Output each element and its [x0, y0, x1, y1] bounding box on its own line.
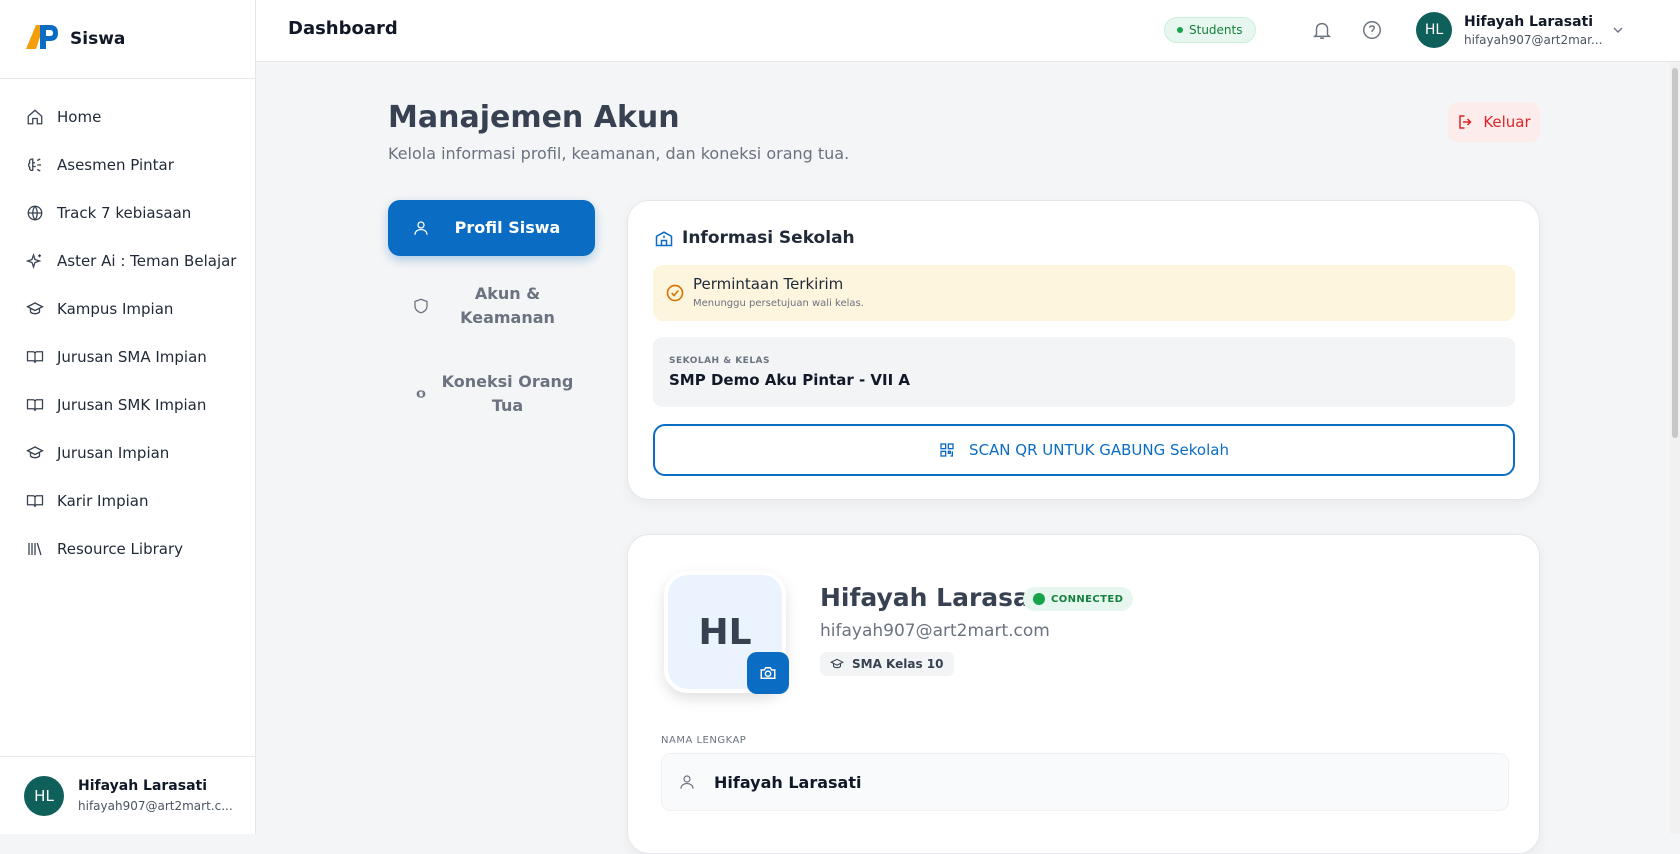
graduation-cap-icon [830, 658, 844, 669]
sidebar-user-email: hifayah907@art2mart.c... [78, 799, 233, 813]
sidebar-user-name: Hifayah Larasati [78, 778, 208, 794]
user-icon [680, 775, 694, 789]
scrollbar-thumb[interactable] [1672, 68, 1678, 438]
graduation-cap-icon [26, 446, 44, 459]
globe-icon [27, 205, 43, 221]
sidebar-item-label: Jurusan SMA Impian [57, 348, 207, 366]
graduation-cap-icon [26, 302, 44, 315]
shield-icon [414, 298, 428, 314]
sidebar-user-card[interactable]: HL Hifayah Larasati hifayah907@art2mart.… [0, 756, 255, 834]
request-status-alert: Permintaan Terkirim Menunggu persetujuan… [653, 265, 1515, 321]
section-title: Informasi Sekolah [654, 228, 855, 248]
user-menu[interactable]: HL Hifayah Larasati hifayah907@art2mar..… [1416, 12, 1602, 48]
qr-code-icon [940, 443, 954, 457]
profile-email: hifayah907@art2mart.com [820, 621, 1050, 641]
school-icon [655, 231, 673, 247]
sidebar-item-aster-ai[interactable]: Aster Ai : Teman Belajar [0, 237, 255, 285]
sidebar-item-asesmen-pintar[interactable]: Asesmen Pintar [0, 141, 255, 189]
check-circle-icon [666, 284, 684, 302]
change-photo-button[interactable] [747, 652, 789, 694]
bell-icon[interactable] [1311, 19, 1333, 41]
tab-label: Koneksi Orang Tua [441, 372, 574, 415]
sparkles-icon [26, 252, 42, 270]
status-dot [1033, 593, 1045, 605]
brain-icon [27, 158, 41, 172]
tab-koneksi-orang-tua[interactable]: Koneksi Orang Tua [388, 368, 595, 420]
school-class-box: SEKOLAH & KELAS SMP Demo Aku Pintar - VI… [653, 337, 1515, 407]
logout-icon [1459, 115, 1472, 129]
sidebar-item-label: Asesmen Pintar [57, 156, 174, 174]
avatar: HL [24, 775, 64, 816]
user-icon [414, 221, 428, 235]
sidebar-item-karir-impian[interactable]: Karir Impian [0, 477, 255, 525]
school-class-value: SMP Demo Aku Pintar - VII A [669, 371, 910, 389]
profile-card: HL Hifayah Larasati CONNECTED hifayah907… [627, 534, 1540, 854]
logout-label: Keluar [1483, 113, 1531, 131]
camera-icon [760, 667, 776, 679]
sidebar-item-label: Track 7 kebiasaan [57, 204, 192, 222]
sidebar: Siswa Home Asesmen Pintar Track 7 kebias… [0, 0, 256, 834]
book-open-icon [26, 399, 44, 412]
tab-label: Profil Siswa [454, 218, 561, 237]
scan-qr-button[interactable]: SCAN QR UNTUK GABUNG Sekolah [653, 424, 1515, 476]
grade-badge: SMA Kelas 10 [820, 652, 954, 676]
sidebar-item-jurusan-sma-impian[interactable]: Jurusan SMA Impian [0, 333, 255, 381]
page-subtitle: Kelola informasi profil, keamanan, dan k… [388, 144, 850, 163]
app-logo [22, 19, 62, 59]
grade-label: SMA Kelas 10 [852, 657, 944, 671]
link-icon [416, 390, 426, 398]
sidebar-item-label: Jurusan SMK Impian [57, 396, 207, 414]
request-status-title: Permintaan Terkirim [693, 275, 844, 293]
sidebar-item-label: Karir Impian [57, 492, 149, 510]
user-menu-email: hifayah907@art2mar... [1464, 32, 1603, 47]
full-name-label: NAMA LENGKAP [661, 735, 747, 746]
brand[interactable]: Siswa [0, 0, 255, 79]
sidebar-item-label: Kampus Impian [57, 300, 174, 318]
full-name-field[interactable]: Hifayah Larasati [661, 753, 1509, 811]
status-dot [1177, 27, 1183, 33]
role-badge-label: Students [1189, 23, 1243, 37]
tab-profil-siswa[interactable]: Profil Siswa [388, 200, 595, 256]
sidebar-item-resource-library[interactable]: Resource Library [0, 525, 255, 573]
school-class-label: SEKOLAH & KELAS [669, 356, 771, 366]
sidebar-item-home[interactable]: Home [0, 93, 255, 141]
page-title: Manajemen Akun [388, 100, 680, 135]
chevron-down-icon[interactable] [1610, 22, 1626, 42]
library-icon [28, 542, 42, 556]
sidebar-item-track-7-kebiasaan[interactable]: Track 7 kebiasaan [0, 189, 255, 237]
logout-button[interactable]: Keluar [1448, 102, 1540, 142]
section-title-text: Informasi Sekolah [682, 228, 855, 248]
role-badge: Students [1164, 17, 1256, 43]
page-header-title: Dashboard [288, 18, 398, 39]
scan-qr-label: SCAN QR UNTUK GABUNG Sekolah [969, 441, 1229, 459]
full-name-value: Hifayah Larasati [714, 772, 862, 792]
school-info-card: Informasi Sekolah Permintaan Terkirim Me… [627, 200, 1540, 500]
status-badge-label: CONNECTED [1051, 593, 1124, 605]
sidebar-item-jurusan-impian[interactable]: Jurusan Impian [0, 429, 255, 477]
sidebar-item-jurusan-smk-impian[interactable]: Jurusan SMK Impian [0, 381, 255, 429]
profile-name: Hifayah Larasati [820, 583, 1051, 612]
sidebar-item-label: Resource Library [57, 540, 184, 558]
sidebar-item-kampus-impian[interactable]: Kampus Impian [0, 285, 255, 333]
sidebar-nav: Home Asesmen Pintar Track 7 kebiasaan As… [0, 79, 255, 573]
home-icon [27, 109, 43, 125]
scrollbar[interactable] [1670, 62, 1680, 834]
user-menu-name: Hifayah Larasati [1464, 13, 1594, 30]
avatar: HL [1416, 12, 1452, 48]
status-badge: CONNECTED [1023, 587, 1134, 611]
help-icon[interactable] [1361, 19, 1383, 41]
sidebar-item-label: Aster Ai : Teman Belajar [57, 252, 237, 270]
request-status-subtitle: Menunggu persetujuan wali kelas. [693, 298, 864, 309]
sidebar-item-label: Jurusan Impian [57, 444, 170, 462]
tab-akun-keamanan[interactable]: Akun & Keamanan [388, 280, 595, 332]
book-open-icon [26, 351, 44, 364]
topbar: Dashboard Students HL Hifayah Larasati h… [256, 0, 1680, 62]
sidebar-item-label: Home [57, 108, 102, 126]
tab-label: Akun & Keamanan [460, 284, 555, 327]
book-open-icon [26, 495, 44, 508]
app-name: Siswa [70, 29, 126, 49]
